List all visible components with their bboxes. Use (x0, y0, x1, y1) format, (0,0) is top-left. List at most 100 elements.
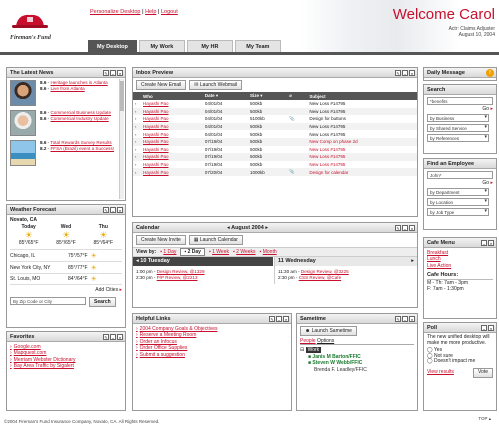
table-row[interactable]: ▪ Hayashi Pao 07/19/04 500kb New Loss #14795 (133, 161, 417, 169)
column-header-date[interactable]: Date ▾ (202, 92, 248, 100)
close-icon[interactable]: × (409, 316, 415, 322)
search-filter-select[interactable]: by Business (427, 114, 489, 122)
launch-calendar-button[interactable]: ▦ Launch Calendar (188, 235, 243, 245)
event-link[interactable]: Design Review, @3225 (301, 269, 349, 274)
close-icon[interactable]: × (488, 240, 494, 246)
news-link[interactable]: Total Rewards Survey Results (50, 140, 111, 145)
cell-who[interactable]: Hayashi Pao (141, 130, 203, 138)
add-cities-link[interactable]: Add Cities (95, 287, 118, 293)
back-to-top-link[interactable]: TOP ▴ (478, 416, 491, 422)
cell-who[interactable]: Hayashi Pao (141, 115, 203, 123)
column-header-attachment[interactable]: ⌀ (287, 92, 308, 100)
tab-my-work[interactable]: My Work (138, 40, 185, 52)
prev-month-icon[interactable]: ◂ (227, 225, 230, 231)
prev-day-icon[interactable]: ◂ (136, 258, 139, 264)
person-row[interactable]: ■ Janis M Barton/FFIC (300, 354, 414, 361)
table-row[interactable]: ▪ Hayashi Pao 04/01/04 500kb New Loss #14795 (133, 130, 417, 138)
news-link[interactable]: Heritage launches in Atlanta (50, 80, 107, 85)
table-row[interactable]: ▪ Hayashi Pao 07/19/04 500kb New Loss #14795 (133, 146, 417, 154)
tab-my-desktop[interactable]: My Desktop (88, 40, 137, 52)
vote-button[interactable]: Vote (472, 367, 493, 378)
close-icon[interactable]: × (117, 334, 123, 340)
edit-icon[interactable]: ✎ (103, 334, 109, 340)
search-filter-select[interactable]: by Shared Service (427, 124, 489, 132)
minimize-icon[interactable]: – (402, 316, 408, 322)
news-link[interactable]: Commercial Industry Update (50, 116, 108, 121)
news-link[interactable]: FFSA (Brazil) event a Success! (50, 146, 114, 151)
poll-option[interactable]: ◯ Doesn't impact me (427, 359, 493, 365)
next-month-icon[interactable]: ▸ (265, 225, 268, 231)
tab-people[interactable]: People (300, 338, 316, 344)
event-link[interactable]: Design Review, @1329 (157, 269, 205, 274)
close-icon[interactable]: × (409, 70, 415, 76)
cell-who[interactable]: Hayashi Pao (141, 122, 203, 131)
cell-who[interactable]: Hayashi Pao (141, 107, 203, 116)
minimize-icon[interactable]: – (276, 316, 282, 322)
table-row[interactable]: ▪ Hayashi Pao 04/01/04 500kb New Loss #14795 (133, 107, 417, 116)
edit-icon[interactable]: ✎ (395, 316, 401, 322)
minimize-icon[interactable]: – (110, 70, 116, 76)
tab-my-hr[interactable]: My HR (186, 40, 233, 52)
next-day-icon[interactable]: ▸ (411, 257, 414, 266)
edit-icon[interactable]: ✎ (395, 70, 401, 76)
cell-who[interactable]: Hayashi Pao (141, 137, 203, 146)
person-row[interactable]: Brenda F. Leadley/FFIC (300, 367, 414, 374)
minimize-icon[interactable]: – (110, 207, 116, 213)
table-row[interactable]: ▪ Hayashi Pao 07/20/04 1000kb 📎 Design for ca… (133, 168, 417, 176)
weather-search-button[interactable]: Search (89, 297, 116, 307)
close-icon[interactable]: × (409, 225, 415, 231)
logout-link[interactable]: Logout (161, 9, 178, 15)
column-header-who[interactable]: Who (141, 92, 203, 100)
person-row[interactable]: ■ Steven W Webb/FFIC (300, 360, 414, 367)
expand-icon[interactable]: ⊟ (300, 347, 304, 353)
cafe-live-action-link[interactable]: Live Action (427, 263, 493, 269)
employee-search-input[interactable]: John* (427, 171, 493, 179)
minimize-icon[interactable]: – (481, 325, 487, 331)
search-go[interactable]: Go ▸ (427, 106, 493, 112)
employee-go[interactable]: Go ▸ (427, 180, 493, 186)
radio-icon[interactable]: ◯ (427, 358, 433, 365)
close-icon[interactable]: × (117, 207, 123, 213)
column-header-subject[interactable]: Subject (307, 92, 417, 100)
cell-who[interactable]: Hayashi Pao (141, 146, 203, 154)
create-new-email-button[interactable]: Create New Email (136, 80, 187, 90)
minimize-icon[interactable]: – (481, 240, 487, 246)
cell-who[interactable]: Hayashi Pao (141, 168, 203, 176)
minimize-icon[interactable]: – (402, 225, 408, 231)
event-link[interactable]: CSS Review, @Cafe (299, 275, 341, 280)
search-filter-select[interactable]: by References (427, 134, 489, 142)
view-1-day[interactable]: ▪ 1 Day (160, 249, 176, 255)
cell-who[interactable]: Hayashi Pao (141, 161, 203, 169)
close-icon[interactable]: × (283, 316, 289, 322)
view-1-week[interactable]: ▪ 1 Week (209, 249, 229, 255)
company-logo[interactable]: Fireman's Fund (10, 12, 70, 48)
group-row[interactable]: ⊟ Work (300, 347, 414, 354)
table-row[interactable]: ▪ Hayashi Pao 04/01/04 5100kb 📎 Design for bu… (133, 115, 417, 123)
news-link[interactable]: Live from Atlanta (50, 86, 84, 91)
employee-filter-select[interactable]: by Department (427, 188, 489, 196)
event-link[interactable]: P/P Review, @2213 (157, 275, 198, 280)
launch-webmail-button[interactable]: ✉ Launch Webmail (189, 80, 243, 90)
table-row[interactable]: ▪ Hayashi Pao 07/19/04 500kb New Loss #14795 (133, 153, 417, 161)
help-link[interactable]: Help (145, 9, 156, 15)
launch-sametime-button[interactable]: ☻ Launch Sametime (300, 326, 357, 336)
table-row[interactable]: ▪ Hayashi Pao 04/01/04 500kb New Loss #14795 (133, 122, 417, 131)
cell-who[interactable]: Hayashi Pao (141, 100, 203, 108)
column-header-size[interactable]: Size ▾ (247, 92, 288, 100)
search-input[interactable]: *benefits (427, 97, 493, 105)
minimize-icon[interactable]: – (110, 334, 116, 340)
edit-icon[interactable]: ✎ (269, 316, 275, 322)
view-month[interactable]: ▪ Month (260, 249, 277, 255)
tab-my-team[interactable]: My Team (234, 40, 281, 52)
favorite-link[interactable]: › Bay Area Traffic by Sigalert (10, 363, 122, 369)
table-row[interactable]: ▪ Hayashi Pao 04/01/04 500kb New Loss #14795 (133, 100, 417, 108)
table-row[interactable]: ▪ Hayashi Pao 07/19/04 500kb New Comp on pha… (133, 137, 417, 146)
edit-icon[interactable]: ✎ (103, 70, 109, 76)
personalize-desktop-link[interactable]: Personalize Desktop (90, 9, 140, 15)
edit-icon[interactable]: ✎ (395, 225, 401, 231)
tab-options[interactable]: Options (317, 338, 334, 344)
view-results-link[interactable]: View results (427, 369, 454, 376)
employee-filter-select[interactable]: by Job Type (427, 208, 489, 216)
view-2-day[interactable]: ▪ 2 Day (180, 248, 205, 256)
news-scrollbar[interactable] (119, 79, 124, 199)
